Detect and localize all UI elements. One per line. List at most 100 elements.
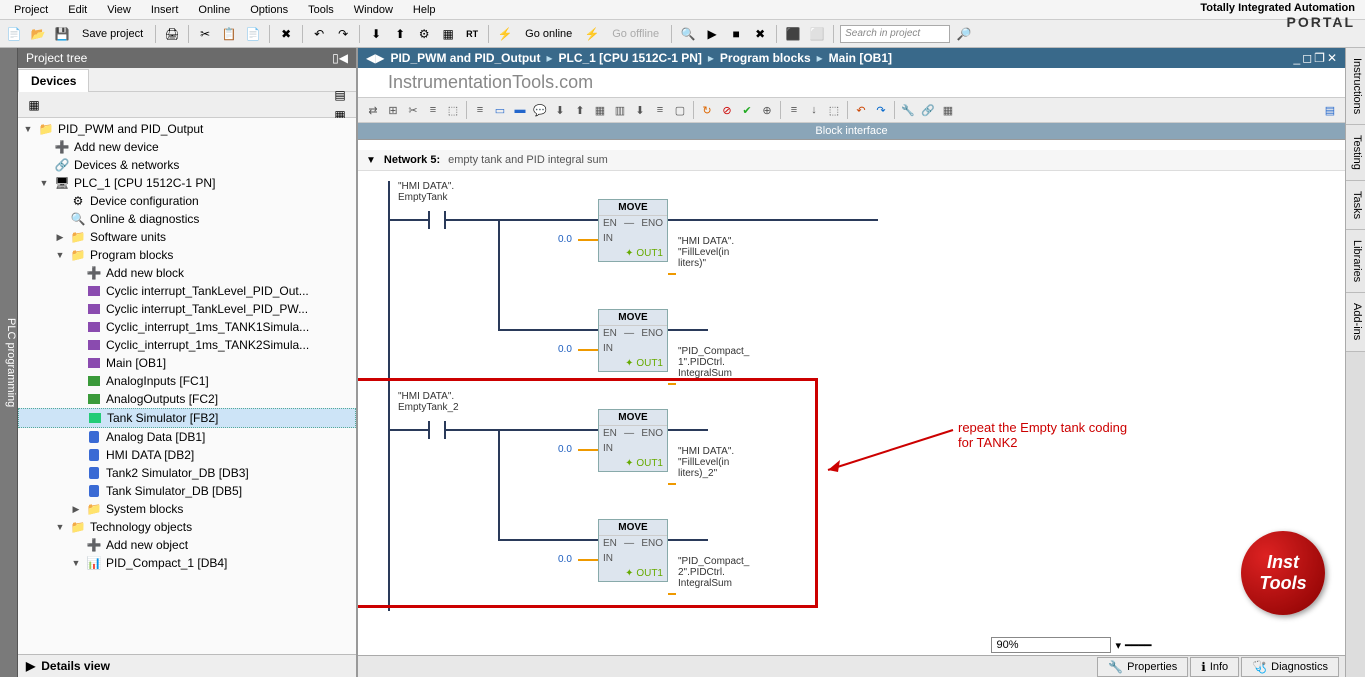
- tree-item-16[interactable]: Tank Simulator [FB2]: [18, 408, 356, 428]
- tree-item-6[interactable]: ▶📁Software units: [18, 228, 356, 246]
- zoom-dropdown-icon[interactable]: ▾: [1115, 639, 1121, 652]
- compile-icon[interactable]: ⚙: [414, 24, 434, 44]
- menu-project[interactable]: Project: [4, 2, 58, 18]
- tree-content[interactable]: ▼📁PID_PWM and PID_Output➕Add new device🔗…: [18, 118, 356, 654]
- plc-programming-tab[interactable]: PLC programming: [0, 48, 18, 677]
- sim-icon[interactable]: ▦: [438, 24, 458, 44]
- tree-item-22[interactable]: ▼📁Technology objects: [18, 518, 356, 536]
- tree-item-9[interactable]: Cyclic interrupt_TankLevel_PID_Out...: [18, 282, 356, 300]
- close-icon[interactable]: ✕: [1327, 51, 1337, 65]
- breadcrumb-nav-icon[interactable]: ◀▶: [366, 51, 384, 65]
- tree-item-18[interactable]: HMI DATA [DB2]: [18, 446, 356, 464]
- tasks-tab[interactable]: Tasks: [1346, 181, 1365, 230]
- upload-icon[interactable]: ⬆: [390, 24, 410, 44]
- tree-item-11[interactable]: Cyclic_interrupt_1ms_TANK1Simula...: [18, 318, 356, 336]
- menu-window[interactable]: Window: [344, 2, 403, 18]
- et-13-icon[interactable]: ▥: [611, 101, 629, 119]
- maximize-icon[interactable]: ◻: [1302, 51, 1312, 65]
- et-17-icon[interactable]: ↻: [698, 101, 716, 119]
- tree-item-24[interactable]: ▼📊PID_Compact_1 [DB4]: [18, 554, 356, 572]
- contact-1[interactable]: [428, 211, 446, 229]
- et-19-icon[interactable]: ✔: [738, 101, 756, 119]
- tree-item-23[interactable]: ➕Add new object: [18, 536, 356, 554]
- crumb-2[interactable]: Program blocks: [720, 51, 811, 65]
- et-10-icon[interactable]: ⬇: [551, 101, 569, 119]
- et-4-icon[interactable]: ≡: [424, 101, 442, 119]
- move-box-1[interactable]: MOVE EN—ENO IN ✦ OUT1: [598, 199, 668, 262]
- diagnostics-tab[interactable]: 🩺Diagnostics: [1241, 657, 1339, 677]
- menu-edit[interactable]: Edit: [58, 2, 97, 18]
- et-11-icon[interactable]: ⬆: [571, 101, 589, 119]
- tree-item-8[interactable]: ➕Add new block: [18, 264, 356, 282]
- et-21-icon[interactable]: ≡: [785, 101, 803, 119]
- testing-tab[interactable]: Testing: [1346, 125, 1365, 181]
- et-14-icon[interactable]: ⬇: [631, 101, 649, 119]
- tree-item-2[interactable]: 🔗Devices & networks: [18, 156, 356, 174]
- et-25-icon[interactable]: ↷: [872, 101, 890, 119]
- et-12-icon[interactable]: ▦: [591, 101, 609, 119]
- expand-icon[interactable]: ▶: [26, 659, 35, 673]
- tree-item-3[interactable]: ▼🖥PLC_1 [CPU 1512C-1 PN]: [18, 174, 356, 192]
- tree-btn-view1-icon[interactable]: ▤: [330, 85, 350, 105]
- start-cpu-icon[interactable]: ▶: [702, 24, 722, 44]
- et-9-icon[interactable]: 💬: [531, 101, 549, 119]
- tree-item-4[interactable]: ⚙Device configuration: [18, 192, 356, 210]
- stop-cpu-icon[interactable]: ■: [726, 24, 746, 44]
- et-16-icon[interactable]: ▢: [671, 101, 689, 119]
- menu-online[interactable]: Online: [188, 2, 240, 18]
- et-22-icon[interactable]: ↓: [805, 101, 823, 119]
- tree-item-0[interactable]: ▼📁PID_PWM and PID_Output: [18, 120, 356, 138]
- move-box-2[interactable]: MOVE EN—ENO IN ✦ OUT1: [598, 309, 668, 372]
- et-24-icon[interactable]: ↶: [852, 101, 870, 119]
- minimize-icon[interactable]: _: [1294, 51, 1301, 65]
- paste-icon[interactable]: 📄: [243, 24, 263, 44]
- open-project-icon[interactable]: 📂: [28, 24, 48, 44]
- network-area[interactable]: ▼ Network 5: empty tank and PID integral…: [358, 140, 1345, 655]
- download-icon[interactable]: ⬇: [366, 24, 386, 44]
- rt-icon[interactable]: RT: [462, 24, 482, 44]
- split-v-icon[interactable]: ⬜: [807, 24, 827, 44]
- copy-icon[interactable]: 📋: [219, 24, 239, 44]
- et-2-icon[interactable]: ⊞: [384, 101, 402, 119]
- details-view-bar[interactable]: ▶ Details view: [18, 654, 356, 677]
- et-26-icon[interactable]: 🔧: [899, 101, 917, 119]
- block-interface-bar[interactable]: Block interface: [358, 123, 1345, 140]
- libraries-tab[interactable]: Libraries: [1346, 230, 1365, 293]
- menu-help[interactable]: Help: [403, 2, 446, 18]
- et-3-icon[interactable]: ✂: [404, 101, 422, 119]
- tree-item-20[interactable]: Tank Simulator_DB [DB5]: [18, 482, 356, 500]
- et-28-icon[interactable]: ▦: [939, 101, 957, 119]
- et-5-icon[interactable]: ⬚: [444, 101, 462, 119]
- et-18-icon[interactable]: ⊘: [718, 101, 736, 119]
- restore-icon[interactable]: ❐: [1314, 51, 1325, 65]
- crumb-1[interactable]: PLC_1 [CPU 1512C-1 PN]: [559, 51, 702, 65]
- save-project-label[interactable]: Save project: [76, 28, 149, 40]
- et-7-icon[interactable]: ▭: [491, 101, 509, 119]
- new-project-icon[interactable]: 📄: [4, 24, 24, 44]
- et-1-icon[interactable]: ⇄: [364, 101, 382, 119]
- cross-ref-icon[interactable]: ✖: [750, 24, 770, 44]
- contact-2[interactable]: [428, 421, 446, 439]
- menu-tools[interactable]: Tools: [298, 2, 344, 18]
- instructions-tab[interactable]: Instructions: [1346, 48, 1365, 125]
- tree-item-12[interactable]: Cyclic_interrupt_1ms_TANK2Simula...: [18, 336, 356, 354]
- cut-icon[interactable]: ✂: [195, 24, 215, 44]
- tree-item-7[interactable]: ▼📁Program blocks: [18, 246, 356, 264]
- menu-options[interactable]: Options: [240, 2, 298, 18]
- crumb-0[interactable]: PID_PWM and PID_Output: [390, 51, 540, 65]
- tree-item-17[interactable]: Analog Data [DB1]: [18, 428, 356, 446]
- menu-view[interactable]: View: [97, 2, 141, 18]
- info-tab[interactable]: ℹInfo: [1190, 657, 1239, 677]
- crumb-3[interactable]: Main [OB1]: [829, 51, 892, 65]
- search-input[interactable]: Search in project: [840, 25, 950, 43]
- et-20-icon[interactable]: ⊕: [758, 101, 776, 119]
- tree-item-15[interactable]: AnalogOutputs [FC2]: [18, 390, 356, 408]
- tree-btn-1-icon[interactable]: ▦: [24, 95, 44, 115]
- delete-icon[interactable]: ✖: [276, 24, 296, 44]
- properties-tab[interactable]: 🔧Properties: [1097, 657, 1188, 677]
- tree-item-19[interactable]: Tank2 Simulator_DB [DB3]: [18, 464, 356, 482]
- collapse-panel-icon[interactable]: ▯◀: [332, 51, 348, 65]
- tree-item-21[interactable]: ▶📁System blocks: [18, 500, 356, 518]
- tree-item-1[interactable]: ➕Add new device: [18, 138, 356, 156]
- tree-item-14[interactable]: AnalogInputs [FC1]: [18, 372, 356, 390]
